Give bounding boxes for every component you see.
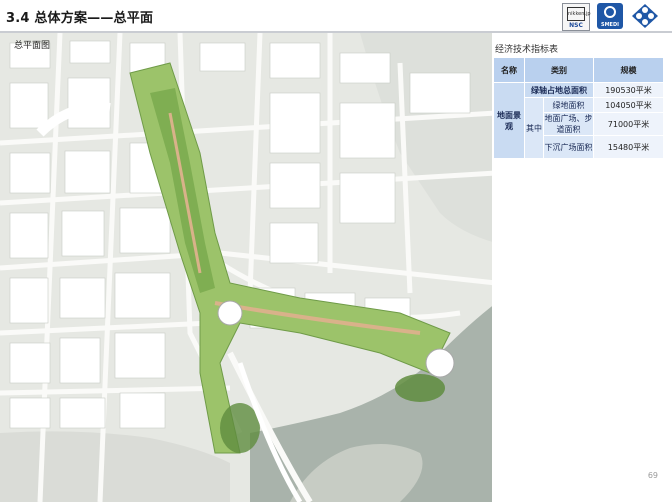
table-row: 地面景观 绿轴占地总面积 190530平米 [493, 82, 664, 159]
category-cell: 绿地面积 [543, 97, 594, 113]
nsc-logo-box-text: nikken.jp [567, 7, 591, 21]
riverside-plaza [425, 348, 455, 378]
group-name-cell: 地面景观 [493, 82, 525, 159]
value-cell: 15480平米 [593, 135, 664, 159]
table-header-row: 名称 类别 规模 [493, 57, 664, 83]
sunken-plaza-circle [217, 300, 243, 326]
master-plan-drawing [0, 33, 496, 502]
page-number: 69 [647, 471, 658, 480]
value-cell: 104050平米 [593, 97, 664, 113]
nsc-logo-text: NSC [569, 22, 583, 29]
value-cell: 190530平米 [593, 82, 664, 98]
diamond-logo-icon [632, 4, 658, 28]
smedi-logo: SMEDI [597, 3, 623, 29]
table-title: 经济技术指标表 [495, 45, 559, 55]
tech-indicator-table: 名称 类别 规模 地面景观 绿轴占地总面积 190530平米 其中 绿地面积 1… [493, 57, 664, 159]
category-cell: 地面广场、步道面积 [543, 112, 594, 136]
header-scale: 规模 [593, 57, 664, 83]
map-label: 总平面图 [14, 41, 51, 51]
subgroup-cell: 其中 [524, 97, 544, 159]
value-cell: 71000平米 [593, 112, 664, 136]
header-category: 类别 [524, 57, 594, 83]
category-cell: 下沉广场面积 [543, 135, 594, 159]
smedi-mark-icon [604, 6, 616, 18]
nsc-logo: nikken.jp NSC [562, 3, 591, 31]
diamond-logo [630, 3, 660, 29]
slide-header: 3.4 总体方案——总平面 nikken.jp NSC SMEDI [0, 0, 672, 33]
header-name: 名称 [493, 57, 525, 83]
category-cell: 绿轴占地总面积 [524, 82, 594, 98]
site-master-plan [0, 33, 496, 502]
slide-title: 3.4 总体方案——总平面 [6, 11, 154, 26]
smedi-logo-text: SMEDI [600, 22, 619, 28]
